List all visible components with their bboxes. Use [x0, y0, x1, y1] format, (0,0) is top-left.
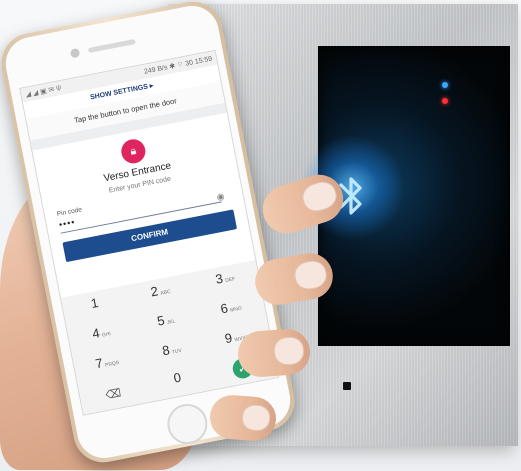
key-digit: 4: [90, 324, 101, 342]
confirm-button[interactable]: CONFIRM: [62, 209, 238, 263]
key-digit: 1: [89, 294, 100, 312]
panel-microphone: [343, 382, 351, 390]
scene: ◢ ◢ ▣ ✉ ψ 249 B/s ✱ ⌔ 30 15:59 SHOW SETT…: [0, 0, 521, 471]
show-pin-eye-icon[interactable]: ◉: [216, 191, 226, 203]
pin-label: Pin code: [56, 206, 83, 218]
camera-icon: [69, 47, 81, 59]
signal-icon: ◢: [25, 90, 32, 99]
key-digit: 3: [214, 270, 225, 287]
usb-icon: ψ: [55, 83, 62, 92]
fingernail: [272, 335, 305, 366]
key-digit: 0: [172, 369, 183, 386]
fingernail: [292, 258, 329, 292]
status-led-blue: [442, 82, 448, 88]
key-letters: GHI: [101, 330, 112, 339]
fingernail: [299, 177, 340, 216]
signal-icon: ◢: [32, 89, 39, 98]
home-button[interactable]: [163, 400, 211, 448]
key-digit: 7: [93, 354, 104, 371]
key-letters: PRQS: [104, 359, 120, 369]
key-digit: 9: [223, 329, 234, 346]
key-letters: DEF: [224, 276, 236, 285]
key-digit: 2: [149, 283, 160, 300]
image-icon: ▣: [39, 87, 48, 96]
lock-icon[interactable]: 🔒︎: [119, 137, 148, 166]
key-letters: MNO: [229, 305, 243, 314]
key-digit: 5: [155, 312, 166, 329]
little-finger: [208, 393, 278, 443]
key-digit: 6: [219, 300, 230, 317]
backspace-icon: ⌫: [104, 386, 123, 402]
ring-finger: [236, 327, 312, 379]
key-letters: JKL: [166, 318, 177, 326]
status-led-red: [442, 98, 448, 104]
key-letters: TUV: [171, 347, 183, 356]
key-letters: ABC: [159, 288, 172, 297]
key-digit: 8: [160, 341, 171, 358]
pin-input[interactable]: ••••: [58, 217, 76, 230]
fingernail: [241, 403, 271, 432]
speaker-grille: [87, 38, 136, 54]
mail-icon: ✉: [47, 86, 56, 95]
